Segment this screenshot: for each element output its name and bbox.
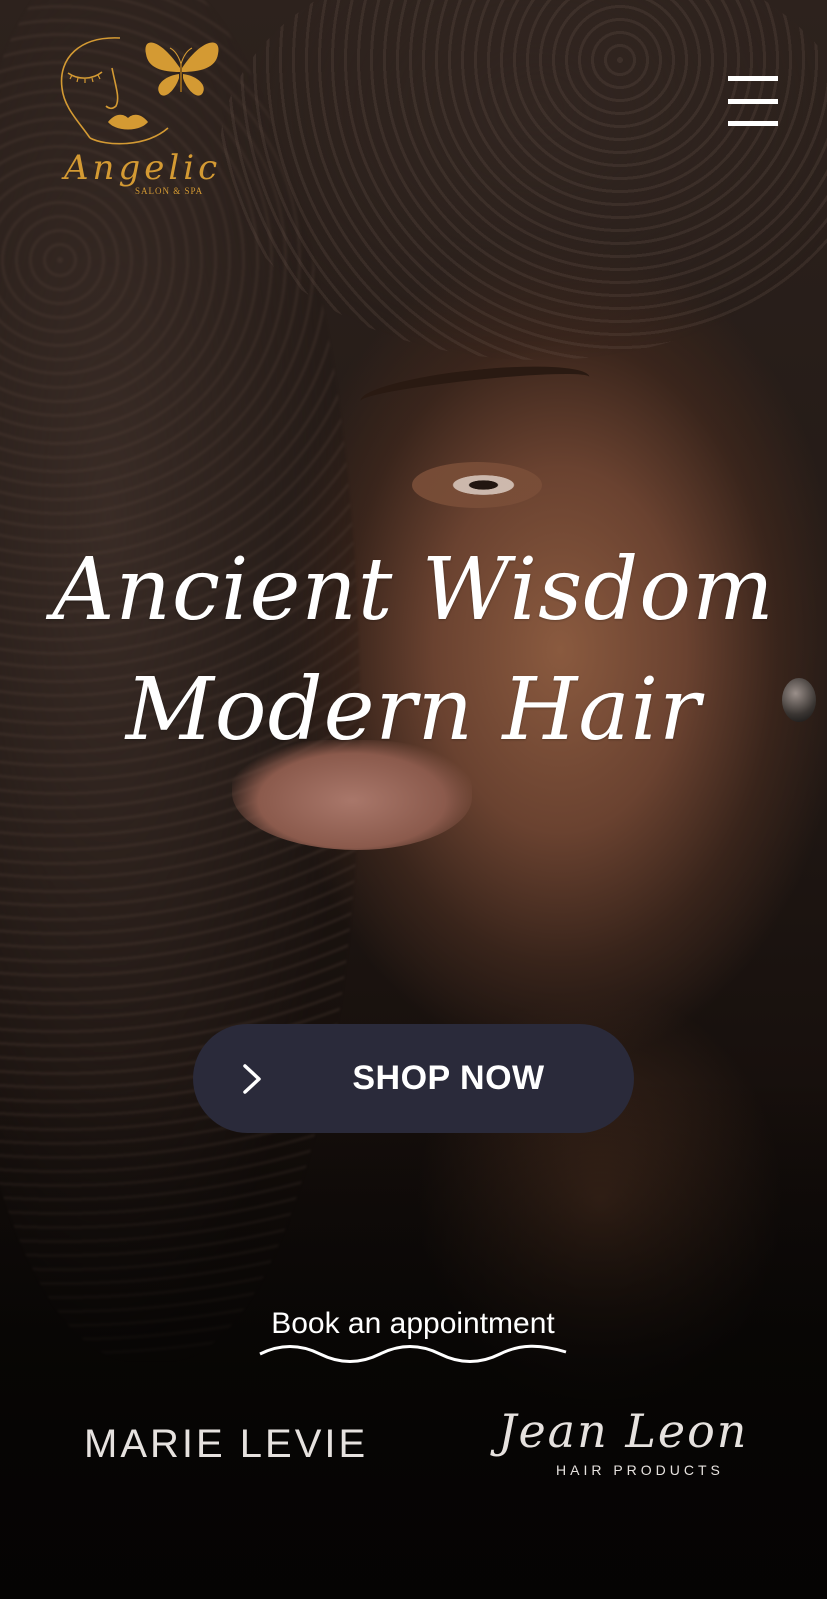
hero-page: Angelic SALON & SPA Ancient Wisdom Moder… xyxy=(0,0,827,1599)
brand-logo[interactable]: Angelic SALON & SPA xyxy=(50,28,230,208)
logo-name: Angelic xyxy=(64,148,222,188)
brand-jean-leon-subtitle: HAIR PRODUCTS xyxy=(556,1462,724,1478)
shop-now-button[interactable]: SHOP NOW xyxy=(193,1024,634,1133)
shop-now-label: SHOP NOW xyxy=(352,1059,545,1097)
logo-subtitle: SALON & SPA xyxy=(135,186,204,196)
chevron-right-icon xyxy=(243,1064,261,1094)
butterfly-face-logo-icon xyxy=(60,37,219,145)
headline-line-2: Modern Hair xyxy=(125,660,702,760)
hero-photo-brow xyxy=(358,358,592,420)
brand-marie-levie[interactable]: MARIE LEVIE xyxy=(84,1422,368,1467)
wavy-underline xyxy=(259,1344,567,1363)
menu-bar-top xyxy=(728,76,778,81)
menu-bar-bottom xyxy=(728,121,778,126)
brand-jean-leon[interactable]: Jean Leon HAIR PRODUCTS xyxy=(498,1404,778,1484)
hamburger-menu-button[interactable] xyxy=(722,74,780,130)
menu-bar-middle xyxy=(728,99,778,104)
brand-jean-leon-name: Jean Leon xyxy=(498,1404,749,1458)
hero-headline: Ancient Wisdom Modern Hair xyxy=(0,530,827,770)
hero-photo-eye xyxy=(412,462,542,508)
headline-line-1: Ancient Wisdom xyxy=(52,540,775,640)
book-appointment-link[interactable]: Book an appointment xyxy=(258,1307,568,1341)
